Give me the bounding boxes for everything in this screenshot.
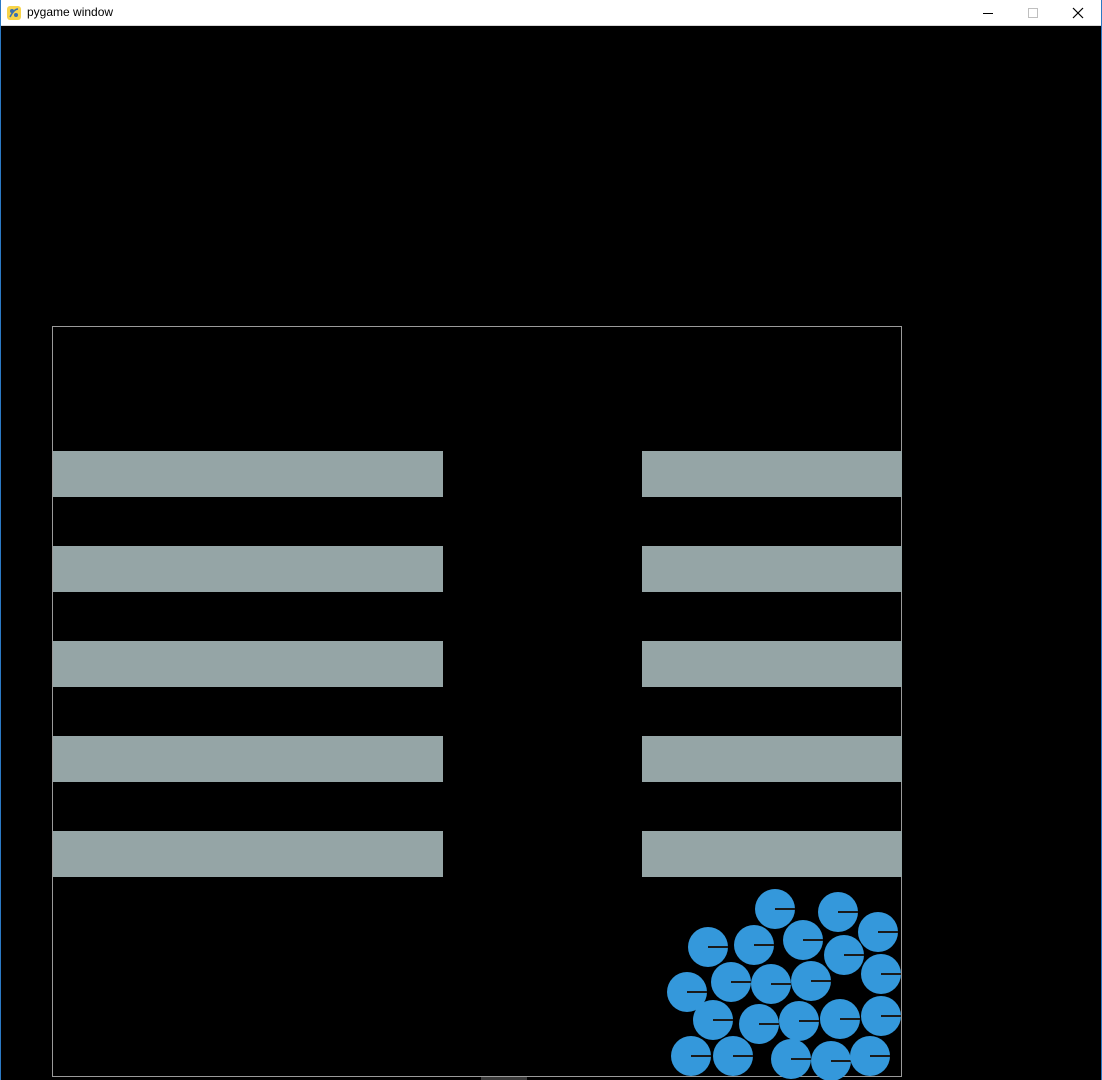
close-icon <box>1072 7 1084 19</box>
window-title: pygame window <box>27 5 114 19</box>
shelf-left <box>53 831 443 877</box>
shelves <box>53 451 902 877</box>
minimize-icon <box>983 13 993 14</box>
shelf-left <box>53 451 443 497</box>
ball <box>820 999 860 1039</box>
minimize-button[interactable] <box>965 0 1011 26</box>
ball <box>783 920 823 960</box>
arena-boundary <box>52 326 902 1077</box>
ball <box>811 1041 851 1080</box>
shelf-left <box>53 641 443 687</box>
ball <box>858 912 898 952</box>
maximize-icon <box>1028 8 1038 18</box>
shelf-right <box>642 831 902 877</box>
ball <box>751 964 791 1004</box>
shelf-left <box>53 736 443 782</box>
shelf-right <box>642 736 902 782</box>
ball <box>693 1000 733 1040</box>
shelf-right <box>642 641 902 687</box>
ball <box>713 1036 753 1076</box>
ball <box>824 935 864 975</box>
ball <box>739 1004 779 1044</box>
ball <box>850 1036 890 1076</box>
ball <box>671 1036 711 1076</box>
title-bar[interactable]: pygame window <box>1 0 1101 26</box>
ball <box>755 889 795 929</box>
game-canvas[interactable] <box>1 26 1101 1080</box>
ball <box>779 1001 819 1041</box>
pygame-window: pygame window <box>0 0 1102 1080</box>
ball <box>688 927 728 967</box>
ball <box>711 962 751 1002</box>
ball <box>734 925 774 965</box>
close-button[interactable] <box>1055 0 1101 26</box>
ball <box>861 996 901 1036</box>
ball <box>861 954 901 994</box>
pygame-snake-icon <box>7 6 21 20</box>
shelf-right <box>642 546 902 592</box>
ball <box>771 1039 811 1079</box>
game-scene <box>52 326 902 1080</box>
ball <box>818 892 858 932</box>
shelf-left <box>53 546 443 592</box>
maximize-button[interactable] <box>1010 0 1056 26</box>
shelf-right <box>642 451 902 497</box>
balls <box>667 889 901 1080</box>
ball <box>791 961 831 1001</box>
